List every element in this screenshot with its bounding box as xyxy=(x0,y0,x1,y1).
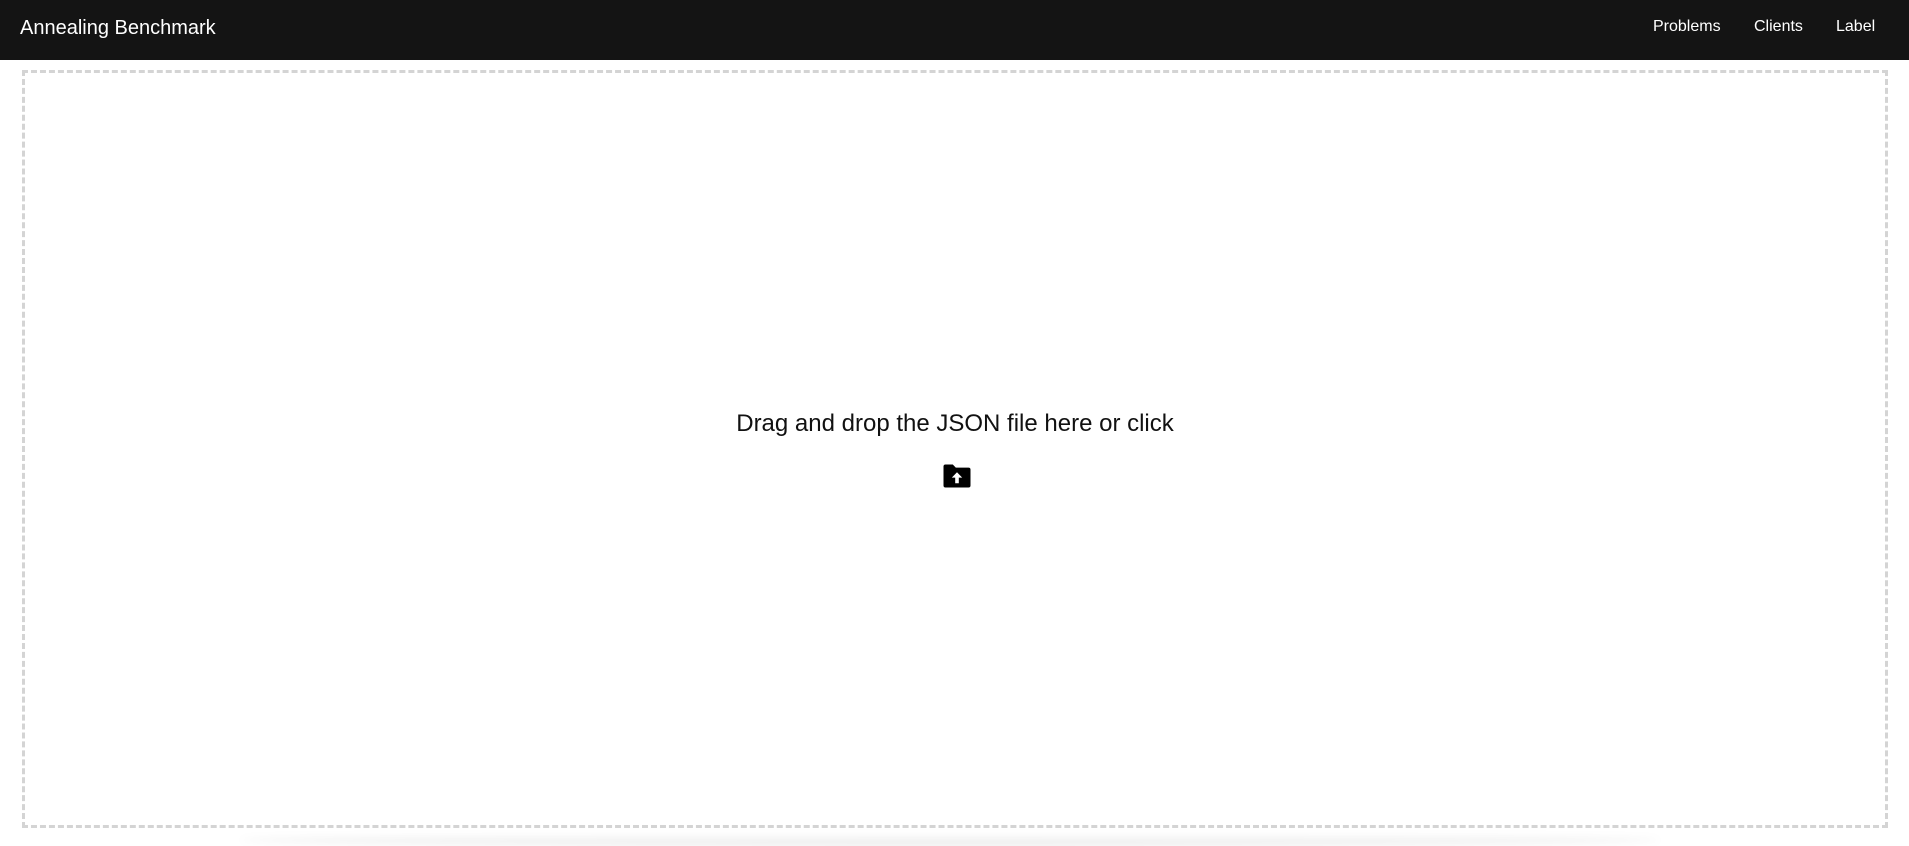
dropzone-prompt: Drag and drop the JSON file here or clic… xyxy=(736,410,1174,437)
nav-link-problems[interactable]: Problems xyxy=(1653,18,1721,36)
brand-link[interactable]: Annealing Benchmark xyxy=(20,16,216,40)
top-navbar: Annealing Benchmark Problems Clients Lab… xyxy=(0,0,1909,60)
nav-link-clients[interactable]: Clients xyxy=(1754,18,1803,36)
nav-link-label[interactable]: Label xyxy=(1836,18,1875,36)
folder-upload-icon xyxy=(943,464,971,488)
bottom-shadow xyxy=(240,834,1660,846)
json-file-dropzone[interactable]: Drag and drop the JSON file here or clic… xyxy=(22,70,1888,828)
